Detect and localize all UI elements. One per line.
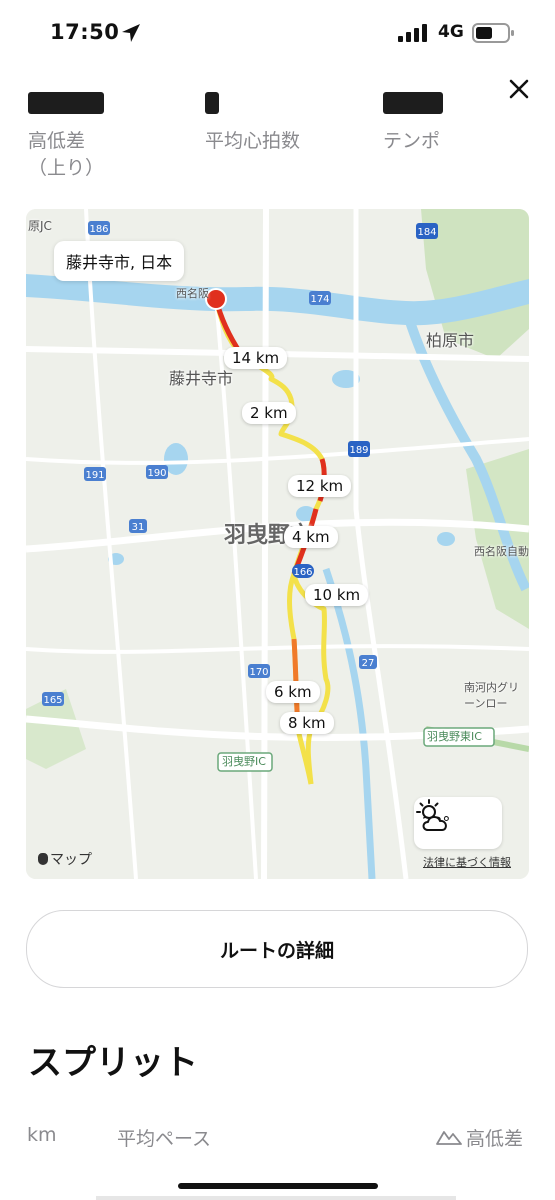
legal-link[interactable]: 法律に基づく情報 xyxy=(423,854,511,870)
splits-header-km: km xyxy=(27,1124,57,1146)
svg-text:166: 166 xyxy=(293,567,312,578)
battery-icon xyxy=(472,23,514,43)
list-edge xyxy=(96,1196,456,1200)
stat-label-cadence: テンポ xyxy=(383,130,441,152)
place-label: 羽曳野東IC xyxy=(427,730,482,743)
home-indicator[interactable] xyxy=(178,1183,378,1189)
status-time: 17:50 xyxy=(50,20,120,44)
stat-value-cutoff xyxy=(205,92,219,114)
partly-cloudy-icon xyxy=(416,799,447,831)
place-label: 柏原市 xyxy=(426,331,475,350)
place-label: 原JC xyxy=(28,219,52,233)
stat-label-heart-rate: 平均心拍数 xyxy=(205,130,301,152)
svg-text:27: 27 xyxy=(362,658,375,669)
place-label: 西名阪 xyxy=(176,287,209,300)
km-marker: 6 km xyxy=(266,681,320,703)
svg-text:31: 31 xyxy=(132,522,145,533)
stat-label-elevation: 高低差 （上り） xyxy=(28,130,105,179)
elevation-icon xyxy=(436,1131,462,1145)
splits-header-pace: 平均ペース xyxy=(117,1128,212,1150)
place-label: 藤井寺市 xyxy=(169,369,234,388)
km-marker: 10 km xyxy=(305,584,369,606)
status-bar: 17:50 4G xyxy=(0,0,555,66)
svg-text:186: 186 xyxy=(89,224,108,235)
signal-icon xyxy=(398,24,427,42)
km-marker: 14 km xyxy=(224,347,288,369)
svg-text:165: 165 xyxy=(43,695,62,706)
workout-stats: 高低差 （上り） 平均心拍数 テンポ xyxy=(0,92,555,190)
apple-maps-label: マップ xyxy=(50,852,92,868)
svg-text:184: 184 xyxy=(417,227,436,238)
stat-value-cutoff xyxy=(383,92,443,114)
km-marker: 4 km xyxy=(284,526,338,548)
apple-maps-brand: マップ xyxy=(38,849,92,869)
apple-logo-icon xyxy=(38,853,48,865)
route-details-button[interactable]: ルートの詳細 xyxy=(26,910,528,988)
place-label: 南河内グリーンロー xyxy=(464,681,519,710)
km-marker: 12 km xyxy=(288,475,352,497)
splits-title: スプリット xyxy=(28,1043,198,1083)
place-label: 西名阪自動 xyxy=(474,545,529,558)
svg-text:170: 170 xyxy=(249,667,268,678)
km-marker: 2 km xyxy=(242,402,296,424)
route-map[interactable]: 186 184 174 189 191 190 31 166 170 27 16… xyxy=(26,209,529,879)
svg-text:190: 190 xyxy=(147,468,166,479)
svg-text:189: 189 xyxy=(349,445,368,456)
place-label: 羽曳野IC xyxy=(222,755,266,768)
network-type: 4G xyxy=(438,22,464,42)
location-arrow-icon xyxy=(122,24,140,42)
splits-header-elevation: 高低差 xyxy=(466,1128,524,1150)
svg-text:191: 191 xyxy=(85,470,104,481)
svg-text:174: 174 xyxy=(310,294,329,305)
weather-badge: 23° xyxy=(414,797,502,849)
stat-value-cutoff xyxy=(28,92,104,114)
location-callout[interactable]: 藤井寺市, 日本 xyxy=(54,241,185,281)
km-marker: 8 km xyxy=(280,712,334,734)
